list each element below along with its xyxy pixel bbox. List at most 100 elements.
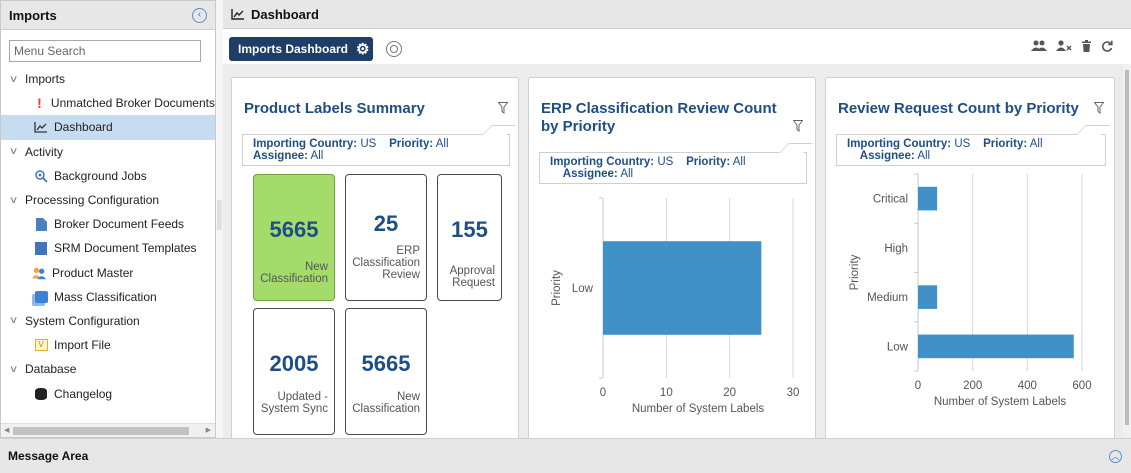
dashboard-vertical-scrollbar[interactable] [1123, 64, 1131, 438]
splitter-grip[interactable] [217, 200, 222, 230]
country-filter-value: US [360, 138, 377, 150]
collapse-sidebar-icon[interactable]: ‹ [192, 7, 207, 23]
remove-user-icon[interactable] [1056, 40, 1072, 54]
sidebar-header: Imports ‹ [1, 1, 215, 30]
tree-group-database[interactable]: ∨ Database [1, 357, 215, 381]
database-icon [33, 387, 49, 401]
y-tick-label: Low [887, 341, 909, 353]
preview-icon[interactable] [386, 41, 402, 57]
tree-item-srm-document-templates[interactable]: SRM Document Templates [1, 236, 215, 260]
country-filter-label: Importing Country: [253, 138, 358, 150]
sidebar-title: Imports [9, 7, 57, 23]
priority-filter-label: Priority: [686, 156, 731, 168]
tile-value: 25 [373, 211, 399, 236]
sidebar-horizontal-scrollbar[interactable]: ◀ ▶ [1, 423, 215, 437]
tile-erp-classification-review[interactable]: 25 ERP Classification Review [345, 174, 427, 301]
y-tick-label: Low [572, 283, 594, 295]
tile-new-classification[interactable]: 5665 New Classification [253, 174, 335, 301]
users-icon [31, 266, 47, 280]
tree-group-imports[interactable]: ∨ Imports [1, 67, 215, 91]
y-axis-title: Priority [551, 270, 563, 306]
tree-item-label: Mass Classification [54, 289, 157, 304]
tree-group-system-configuration[interactable]: ∨ System Configuration [1, 309, 215, 333]
chevron-down-icon: ∨ [8, 146, 19, 158]
country-filter-label: Importing Country: [847, 138, 952, 150]
review-request-count-card: Review Request Count by Priority Importi… [825, 77, 1115, 438]
x-axis-title: Number of System Labels [632, 403, 765, 415]
stack-icon [33, 290, 49, 304]
tree-item-unmatched-broker-documents[interactable]: ! Unmatched Broker Documents [1, 91, 215, 115]
tile-label: New Classification [260, 261, 328, 285]
gear-icon[interactable]: ⚙ [356, 42, 369, 57]
x-tick-label: 600 [1072, 380, 1091, 392]
panel-splitter[interactable] [216, 0, 223, 438]
message-area: Message Area ︿ [0, 438, 1131, 473]
tile-value: 5665 [269, 217, 319, 242]
card-title-line1: ERP Classification Review Count [541, 100, 777, 117]
erp-review-bar-chart: 0 10 20 30 Low Number of System Labels Priorit… [551, 197, 799, 415]
main-header: Dashboard [223, 0, 1131, 29]
exclamation-icon: ! [37, 95, 42, 112]
tree-item-changelog[interactable]: Changelog [1, 381, 215, 405]
product-labels-summary-card: Product Labels Summary Importing Country… [231, 77, 519, 438]
tree-item-broker-document-feeds[interactable]: Broker Document Feeds [1, 212, 215, 236]
tile-new-classification-2[interactable]: 5665 New Classification [345, 308, 427, 435]
tree-group-processing-configuration[interactable]: ∨ Processing Configuration [1, 188, 215, 212]
tile-approval-request[interactable]: 155 Approval Request [437, 174, 502, 301]
chart-line-icon [231, 9, 244, 20]
assignee-filter-label: Assignee: [253, 150, 308, 162]
scrollbar-thumb[interactable] [1125, 70, 1129, 425]
country-filter-value: US [657, 156, 674, 168]
x-axis-title: Number of System Labels [934, 396, 1067, 408]
users-group-icon[interactable] [1031, 40, 1047, 54]
trash-icon[interactable] [1081, 40, 1092, 54]
menu-search-input[interactable] [9, 40, 201, 62]
assignee-filter-label: Assignee: [859, 150, 915, 162]
card-title: ERP Classification Review Count by Prior… [541, 100, 777, 136]
tile-label: Updated - System Sync [260, 391, 328, 415]
filter-icon[interactable] [498, 102, 508, 114]
filter-summary-callout: Importing Country: US Priority: All Assi… [539, 143, 813, 184]
chart-line-icon [33, 120, 49, 134]
tree-item-mass-classification[interactable]: Mass Classification [1, 285, 215, 309]
tree-group-label: Imports [25, 72, 66, 87]
scrollbar-thumb[interactable] [13, 427, 189, 435]
scroll-right-icon[interactable]: ▶ [206, 426, 211, 434]
y-tick-label: Critical [873, 194, 908, 206]
tree-item-label: SRM Document Templates [54, 241, 197, 256]
tree-item-product-master[interactable]: Product Master [1, 261, 215, 285]
filter-icon[interactable] [1094, 102, 1104, 114]
refresh-icon[interactable] [1101, 40, 1113, 54]
filter-icon[interactable] [793, 120, 803, 132]
tree-item-label: Unmatched Broker Documents [50, 96, 215, 111]
tree-item-label: Dashboard [54, 120, 113, 135]
scroll-left-icon[interactable]: ◀ [4, 426, 9, 434]
country-filter-value: US [954, 138, 971, 150]
x-tick-label: 20 [723, 387, 736, 399]
y-axis-title: Priority [849, 254, 861, 290]
priority-filter-value: All [435, 138, 449, 150]
tree-item-label: Changelog [54, 386, 113, 401]
tree-group-activity[interactable]: ∨ Activity [1, 140, 215, 164]
tree-item-import-file[interactable]: V Import File [1, 333, 215, 357]
priority-filter-value: All [1029, 138, 1043, 150]
tree-item-label: Background Jobs [54, 168, 147, 183]
expand-message-area-icon[interactable]: ︿ [1109, 449, 1122, 463]
bar [603, 241, 762, 335]
chevron-down-icon: ∨ [8, 363, 19, 375]
imports-dashboard-button[interactable]: Imports Dashboard ⚙ [229, 37, 373, 61]
review-request-bar-chart: 0 200 400 600 Critical High Medium Low Number of… [849, 173, 1092, 408]
tree-group-label: Processing Configuration [25, 193, 160, 208]
tree-item-background-jobs[interactable]: Background Jobs [1, 164, 215, 188]
navigation-sidebar: Imports ‹ ∨ Imports ! Unmatched Broker D… [0, 0, 216, 438]
priority-filter-value: All [732, 156, 746, 168]
tile-updated-system-sync[interactable]: 2005 Updated - System Sync [253, 308, 335, 435]
tile-value: 155 [451, 217, 488, 242]
tree-group-label: System Configuration [25, 313, 140, 328]
tree-item-label: Broker Document Feeds [54, 217, 185, 232]
chevron-down-icon: ∨ [8, 315, 19, 327]
erp-review-count-card: ERP Classification Review Count by Prior… [528, 77, 816, 438]
tree-item-dashboard[interactable]: Dashboard [1, 115, 215, 140]
card-title-line2: by Priority [541, 118, 616, 135]
filter-summary-callout: Importing Country: US Priority: All Assi… [242, 125, 516, 166]
